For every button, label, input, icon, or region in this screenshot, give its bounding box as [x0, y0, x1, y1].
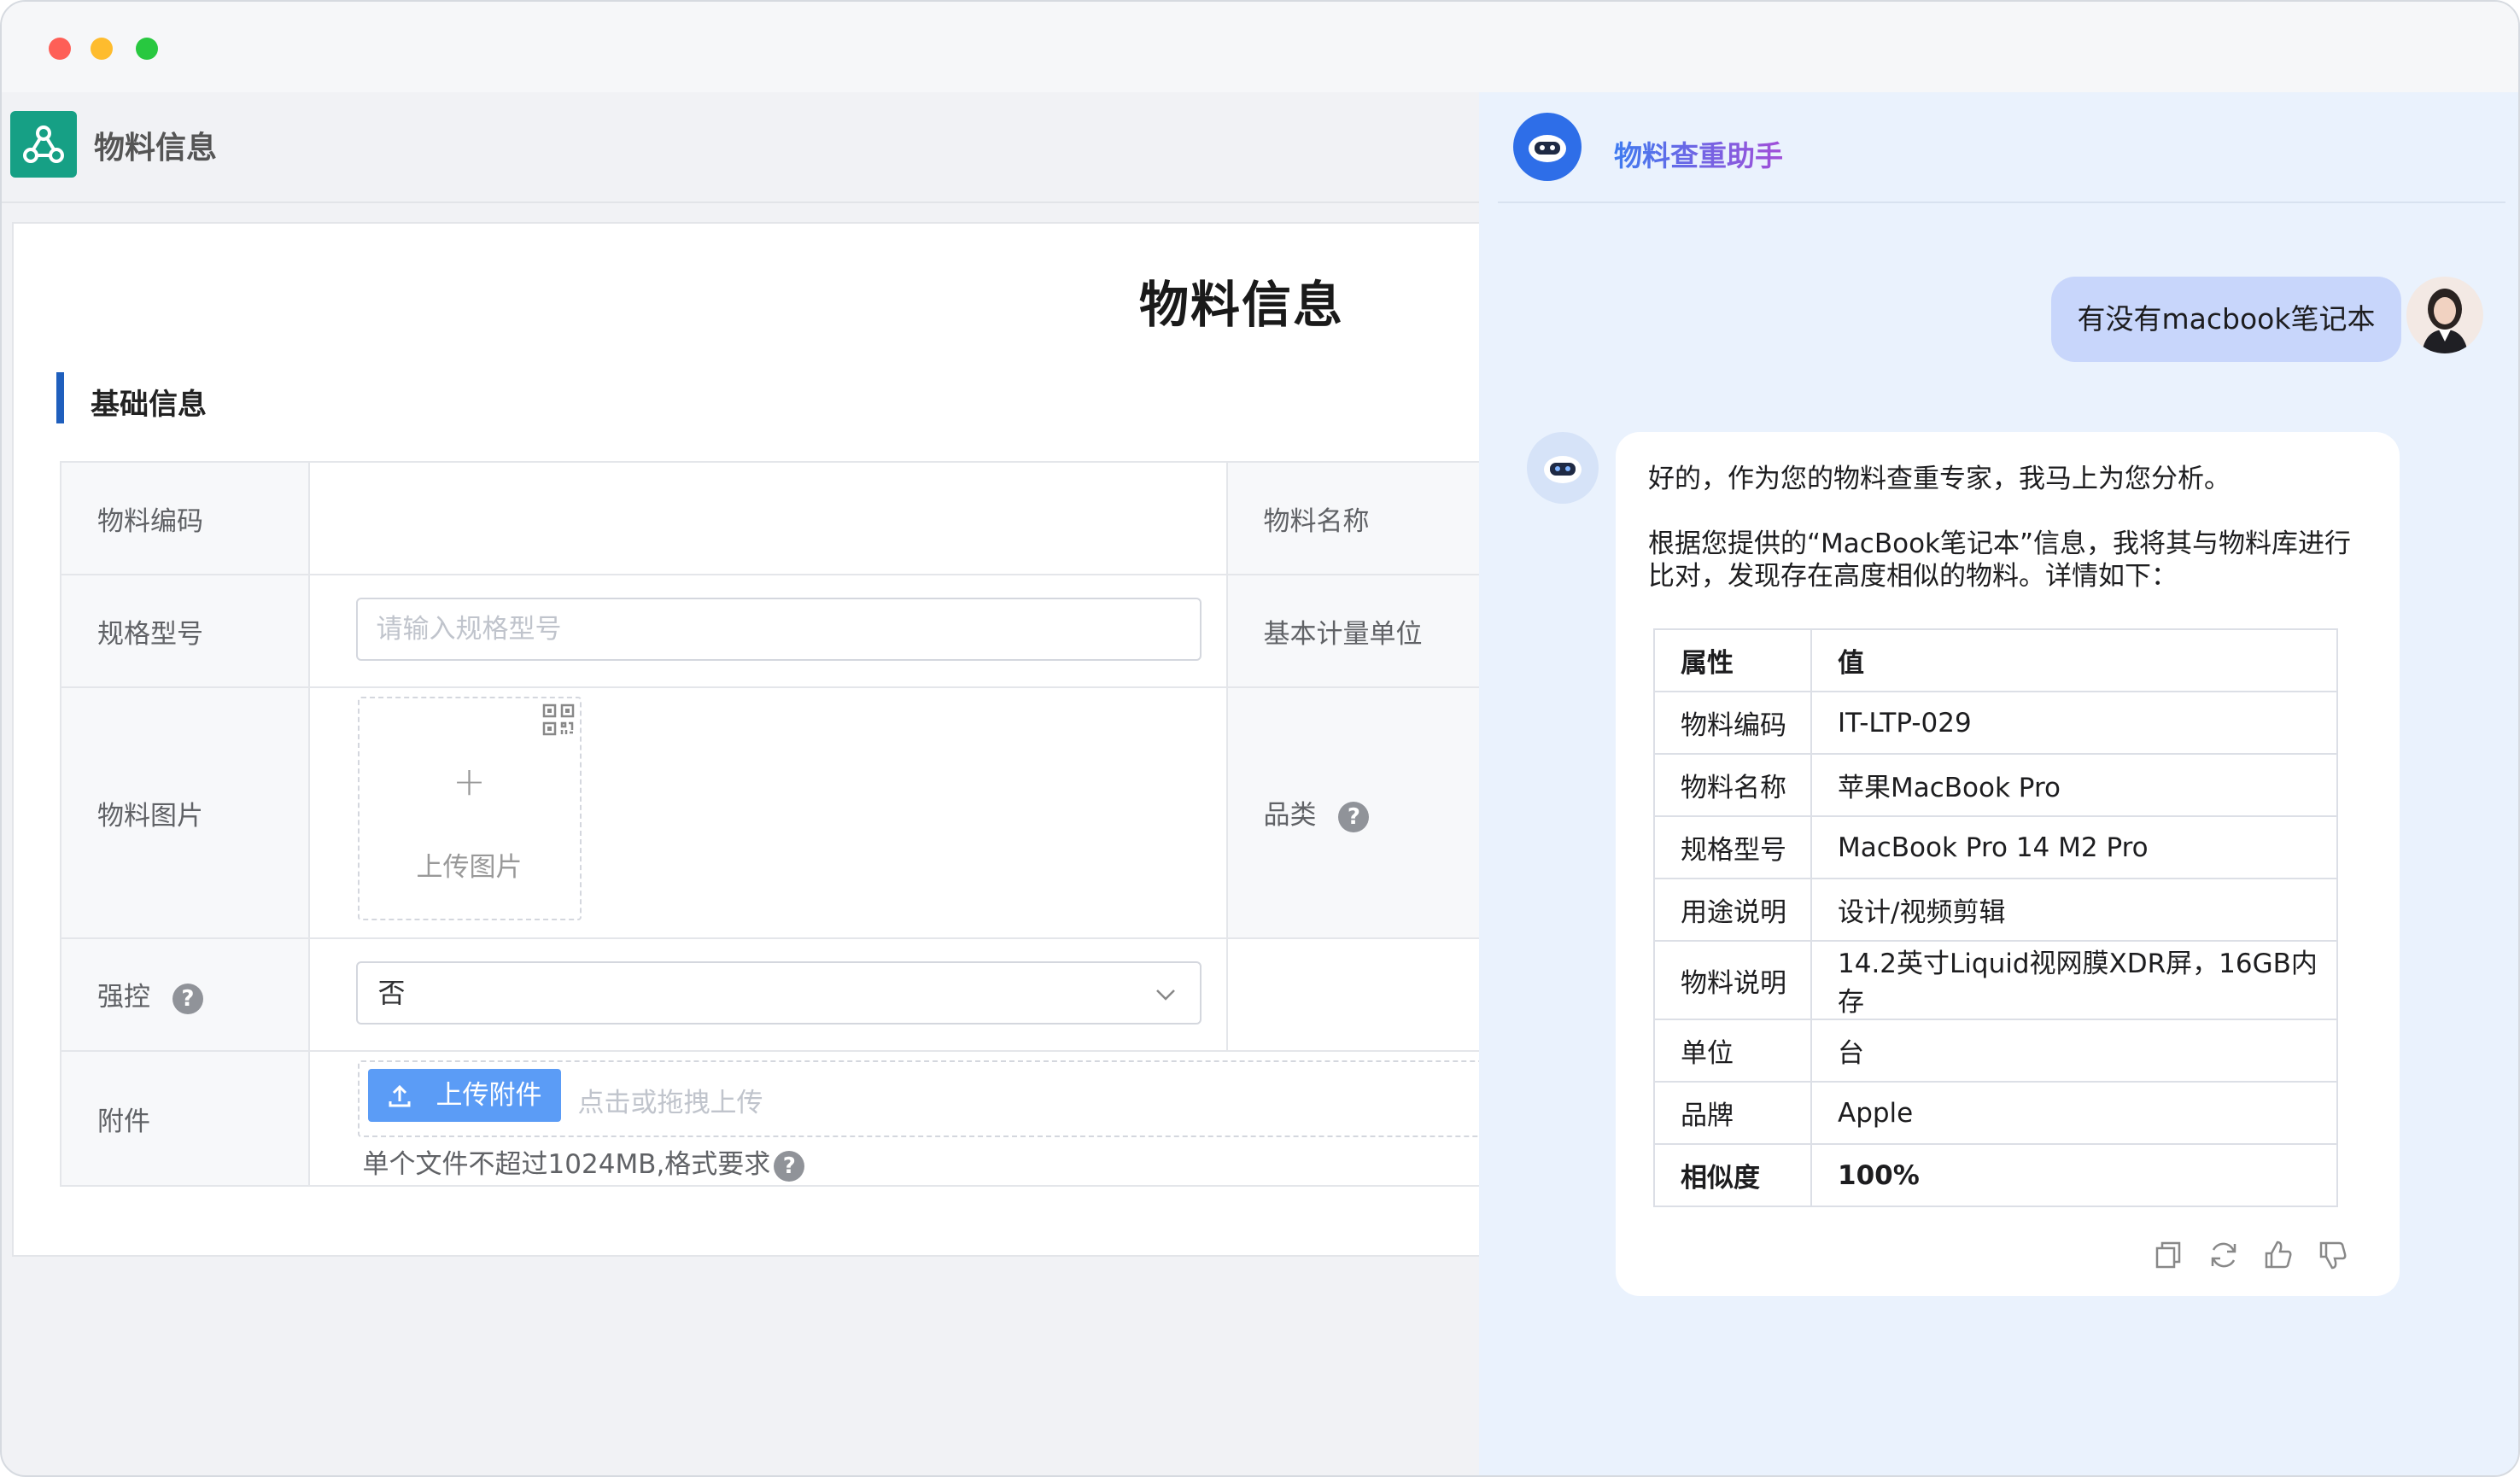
- upload-icon: [389, 1084, 411, 1107]
- minimize-window-button[interactable]: [91, 38, 113, 60]
- bot-intro: 好的，作为您的物料查重专家，我马上为您分析。: [1648, 464, 2231, 494]
- attachment-cell: 上传附件 点击或拖拽上传 单个文件不超过1024MB,格式要求?: [307, 1050, 1482, 1187]
- robot-icon: [1513, 113, 1582, 181]
- spec-cell: 请输入规格型号: [307, 574, 1228, 688]
- result-value-cell: 设计/视频剪辑: [1810, 878, 2338, 942]
- attachment-help-icon[interactable]: ?: [774, 1150, 805, 1182]
- label-category-cell: 品类 ?: [1225, 686, 1482, 939]
- result-attribute-cell: 物料名称: [1653, 753, 1812, 817]
- label-spec: 规格型号: [60, 574, 310, 688]
- result-table: 属性值物料编码 IT-LTP-029 物料名称 苹果MacBook Pro 规格型号 Ma…: [1653, 628, 2338, 1207]
- refresh-icon[interactable]: [2207, 1238, 2241, 1272]
- label-attachment: 附件: [60, 1050, 310, 1187]
- attachment-note-row: 单个文件不超过1024MB,格式要求?: [363, 1142, 805, 1182]
- image-upload-box[interactable]: + 上传图片: [357, 697, 582, 920]
- result-table-row: 用途说明 设计/视频剪辑: [1653, 878, 2338, 942]
- message-actions: [2152, 1238, 2357, 1279]
- result-table-row: 单位台: [1653, 1019, 2338, 1083]
- result-value-cell: 14.2英寸Liquid视网膜XDR屏，16GB内存: [1810, 940, 2338, 1020]
- chat-header: 物料查重助手: [1498, 92, 2505, 203]
- result-table-row: 品牌 Apple: [1653, 1081, 2338, 1145]
- user-avatar: [2406, 277, 2483, 353]
- section-title: 基础信息: [91, 388, 207, 422]
- attachment-note: 单个文件不超过1024MB,格式要求: [362, 1149, 771, 1180]
- bot-detail-line1: 根据您提供的“MacBook笔记本”信息，我将其与物料库进行: [1648, 528, 2352, 559]
- spec-input[interactable]: 请输入规格型号: [355, 598, 1202, 661]
- result-attribute-cell: 相似度: [1653, 1143, 1812, 1207]
- result-table-header: 属性值: [1653, 628, 2338, 692]
- empty-cell: [1225, 937, 1482, 1052]
- chat-title: 物料查重助手: [1614, 133, 1783, 174]
- strong-control-value: 否: [377, 977, 406, 1009]
- label-material-name: 物料名称: [1225, 461, 1482, 575]
- attachment-drop-zone[interactable]: 上传附件 点击或拖拽上传: [357, 1060, 1478, 1137]
- close-window-button[interactable]: [49, 38, 71, 60]
- result-value-cell: 100%: [1810, 1143, 2338, 1207]
- strong-control-cell: 否: [307, 937, 1228, 1052]
- label-strong-control: 强控: [97, 982, 150, 1013]
- app-title: 物料信息: [94, 131, 218, 166]
- image-cell: + 上传图片: [307, 686, 1228, 939]
- bot-message-bubble: 好的，作为您的物料查重专家，我马上为您分析。 根据您提供的“MacBook笔记本…: [1616, 432, 2400, 1296]
- result-attribute-cell: 规格型号: [1653, 815, 1812, 879]
- upload-attachment-label: 上传附件: [436, 1080, 542, 1111]
- result-table-row: 物料说明 14.2英寸Liquid视网膜XDR屏，16GB内存: [1653, 940, 2338, 1020]
- result-value-cell: 苹果MacBook Pro: [1810, 753, 2338, 817]
- upload-image-label: 上传图片: [416, 852, 523, 883]
- result-value-cell: 台: [1810, 1019, 2338, 1083]
- section-accent-bar: [56, 372, 64, 423]
- strong-control-help-icon[interactable]: ?: [172, 983, 203, 1014]
- label-category: 品类: [1263, 800, 1317, 832]
- result-table-row: 规格型号 MacBook Pro 14 M2 Pro: [1653, 815, 2338, 879]
- result-attribute-cell: 单位: [1653, 1019, 1812, 1083]
- copy-icon[interactable]: [2152, 1238, 2186, 1272]
- plus-icon: +: [453, 758, 486, 804]
- result-attribute-cell: 物料说明: [1653, 940, 1812, 1020]
- attachment-hint: 点击或拖拽上传: [577, 1088, 763, 1118]
- app-header: 物料信息: [2, 92, 1479, 203]
- user-message-bubble: 有没有macbook笔记本: [2051, 277, 2401, 362]
- result-table-row: 物料名称 苹果MacBook Pro: [1653, 753, 2338, 817]
- result-value-cell: 值: [1810, 628, 2338, 692]
- maximize-window-button[interactable]: [136, 38, 158, 60]
- material-form-table: 物料编码 物料名称 规格型号 请输入规格型号 基本计量单位 物料图片 + 上传图…: [60, 461, 1482, 1187]
- result-value-cell: Apple: [1810, 1081, 2338, 1145]
- chevron-down-icon: [1155, 990, 1175, 1001]
- category-help-icon[interactable]: ?: [1338, 801, 1370, 832]
- page-title: 物料信息: [1139, 276, 1345, 334]
- label-material-code: 物料编码: [60, 461, 310, 575]
- label-image: 物料图片: [60, 686, 310, 939]
- upload-attachment-button[interactable]: 上传附件: [367, 1069, 561, 1122]
- qr-code-icon[interactable]: [542, 703, 575, 736]
- bot-avatar: [1527, 432, 1599, 504]
- app-window: 物料信息 物料信息 基础信息 物料编码 物料名称 规格型号 请输入规格型号 基本…: [0, 0, 2520, 1477]
- thumbs-down-icon[interactable]: [2316, 1238, 2350, 1272]
- material-form-card: 物料信息 基础信息 物料编码 物料名称 规格型号 请输入规格型号 基本计量单位 …: [12, 222, 1482, 1257]
- bot-detail-line2: 比对，发现存在高度相似的物料。详情如下：: [1648, 561, 2178, 592]
- label-strong-control-cell: 强控 ?: [60, 937, 310, 1052]
- result-attribute-cell: 用途说明: [1653, 878, 1812, 942]
- result-value-cell: MacBook Pro 14 M2 Pro: [1810, 815, 2338, 879]
- app-logo-icon: [10, 111, 77, 178]
- result-table-row: 相似度 100%: [1653, 1143, 2338, 1207]
- result-value-cell: IT-LTP-029: [1810, 691, 2338, 755]
- result-attribute-cell: 物料编码: [1653, 691, 1812, 755]
- thumbs-up-icon[interactable]: [2261, 1238, 2295, 1272]
- label-unit: 基本计量单位: [1225, 574, 1482, 688]
- material-code-value: [307, 461, 1228, 575]
- result-attribute-cell: 属性: [1653, 628, 1812, 692]
- strong-control-select[interactable]: 否: [355, 961, 1202, 1025]
- result-attribute-cell: 品牌: [1653, 1081, 1812, 1145]
- chat-panel: 物料查重助手 有没有macbook笔记本 好的，作为您的物料查重专家，我马上为您…: [1479, 92, 2518, 1475]
- result-table-row: 物料编码 IT-LTP-029: [1653, 691, 2338, 755]
- window-titlebar: [2, 2, 2518, 92]
